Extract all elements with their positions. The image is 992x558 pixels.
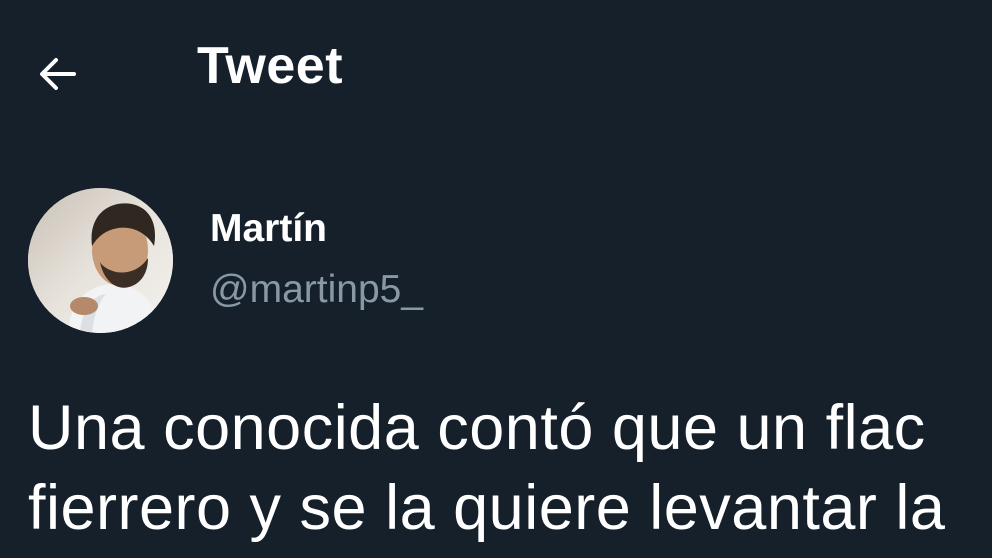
page-title: Tweet	[197, 37, 344, 95]
tweet-author[interactable]: Martín @martinp5_	[28, 188, 628, 338]
arrow-left-icon	[40, 58, 76, 90]
back-button[interactable]	[34, 50, 82, 98]
author-name[interactable]: Martín	[210, 207, 327, 251]
tweet-text-line-1: Una conocida contó que un flac	[28, 393, 926, 463]
author-handle[interactable]: @martinp5_	[210, 268, 423, 312]
avatar[interactable]	[28, 188, 173, 333]
header: Tweet	[0, 0, 992, 150]
user-avatar-icon	[28, 188, 173, 333]
tweet-text: Una conocida contó que un flac fierrero …	[28, 388, 992, 558]
tweet-text-line-2: fierrero y se la quiere levantar la	[28, 473, 946, 543]
